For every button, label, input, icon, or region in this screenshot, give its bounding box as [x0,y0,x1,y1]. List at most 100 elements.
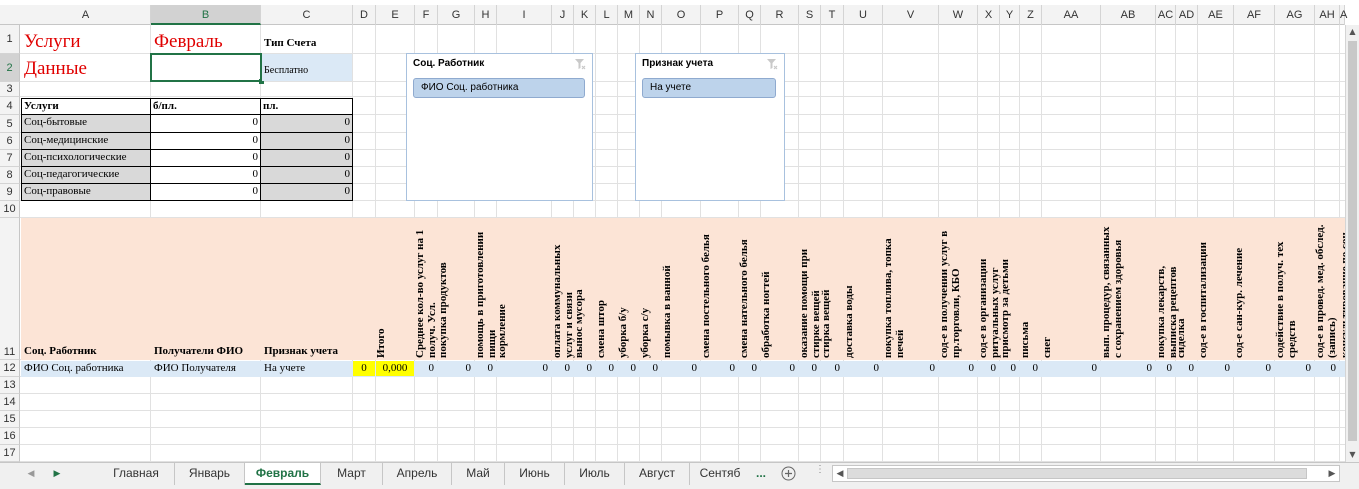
data-cell[interactable]: 0 [1020,361,1040,376]
slicer-item[interactable]: ФИО Соц. работника [413,78,585,98]
column-header[interactable]: AA [1042,5,1101,25]
summary-free-value[interactable]: 0 [151,133,261,150]
column-header[interactable]: M [618,5,640,25]
sheet-tab[interactable]: Февраль [245,463,321,485]
cell-a12[interactable]: ФИО Соц. работника [22,361,148,376]
vertical-column-header[interactable]: смена постельного белья [700,220,735,358]
row-header[interactable]: 13 [0,377,20,394]
row-header[interactable]: 3 [0,82,20,97]
tab-next-icon[interactable]: ▶ [50,466,64,482]
data-cell[interactable]: 0 [799,361,819,376]
data-cell[interactable]: 0 [1156,361,1174,376]
header-soc-worker[interactable]: Соц. Работник [22,344,148,359]
vertical-column-header[interactable]: сод-е в госпитализации [1197,220,1215,358]
column-header[interactable]: W [939,5,978,25]
row-header[interactable]: 12 [0,360,20,377]
column-header[interactable]: J [552,5,574,25]
column-header[interactable]: A [1340,5,1347,25]
data-cell[interactable]: 0 [1234,361,1273,376]
data-cell[interactable]: 0 [438,361,473,376]
slicer-item[interactable]: На учете [642,78,776,98]
vertical-column-header[interactable]: присмотр за детьми [999,220,1017,358]
data-cell[interactable]: 0 [739,361,759,376]
sheet-tab[interactable]: Июль [565,463,625,485]
summary-row-label[interactable]: Соц-медицинские [21,133,151,150]
column-header[interactable]: E [376,5,415,25]
summary-header[interactable]: пл. [261,98,353,115]
sheet-tab[interactable]: Главная [98,463,175,485]
cell-c2-dropdown[interactable]: Бесплатно [262,54,352,81]
summary-row-label[interactable]: Соц-педагогические [21,167,151,184]
column-header[interactable]: R [761,5,799,25]
vertical-column-header[interactable]: вынос мусора [573,220,591,358]
sheet-tab[interactable]: Сентяб [690,463,750,485]
summary-row-label[interactable]: Соц-психологические [21,150,151,167]
spreadsheet-grid[interactable]: A B C D E F G H I J K L M N O P Q R S T U V W X Y Z AA AB AC AD AE AF AG… [0,0,1359,462]
summary-free-value[interactable]: 0 [151,167,261,184]
vertical-column-header[interactable]: содействие в получ. тех средств [1274,220,1311,358]
row-header[interactable]: 8 [0,167,20,184]
column-header[interactable]: AG [1275,5,1315,25]
column-header[interactable]: H [475,5,497,25]
splitter-handle[interactable]: ⋮ [815,465,825,481]
summary-paid-value[interactable]: 0 [261,167,353,184]
vertical-column-header[interactable]: снег [1041,220,1059,358]
summary-paid-value[interactable]: 0 [261,184,353,201]
vertical-column-header[interactable]: помывка в ванной [661,220,679,358]
column-header[interactable]: AC [1156,5,1176,25]
sheet-tab[interactable]: Май [452,463,505,485]
column-header[interactable]: Q [739,5,761,25]
row-header[interactable]: 10 [0,201,20,218]
row-header[interactable]: 7 [0,150,20,167]
summary-header[interactable]: Услуги [21,98,151,115]
column-header[interactable]: D [353,5,376,25]
vertical-column-header[interactable]: стирка вещей [820,220,838,359]
data-cell[interactable]: 0 [640,361,660,376]
data-cell[interactable]: 0 [1101,361,1154,376]
plus-circle-icon[interactable] [781,466,796,481]
active-cell-b2[interactable] [150,53,262,82]
column-header[interactable]: O [662,5,701,25]
vertical-column-header[interactable]: Итого [375,220,394,358]
sheet-tab[interactable]: Январь [175,463,245,485]
data-cell[interactable]: 0 [1042,361,1099,376]
summary-header[interactable]: б/пл. [151,98,261,115]
row-header[interactable]: 4 [0,97,20,115]
cell-average[interactable]: 0,000 [376,361,414,376]
summary-free-value[interactable]: 0 [151,150,261,167]
vertical-column-header[interactable]: доставка воды [843,220,862,358]
data-cell[interactable]: 0 [1000,361,1018,376]
data-cell[interactable]: 0 [1176,361,1196,376]
data-cell[interactable]: 0 [821,361,842,376]
vertical-column-header[interactable]: сиделка [1175,220,1191,358]
cell-b1[interactable]: Февраль [152,30,260,54]
scroll-left-icon[interactable]: ◀ [833,466,847,482]
row-header[interactable]: 9 [0,184,20,201]
data-cell[interactable]: 0 [939,361,976,376]
cell-c1[interactable]: Тип Счета [262,36,352,52]
data-cell[interactable]: 0 [662,361,699,376]
cell-b12[interactable]: ФИО Получателя [152,361,260,376]
data-cell[interactable]: 0 [574,361,594,376]
row-header[interactable]: 6 [0,133,20,150]
vertical-column-header[interactable]: письма [1019,220,1035,358]
scroll-up-icon[interactable]: ▲ [1346,25,1359,39]
data-cell[interactable]: 0 [618,361,638,376]
sheet-tab[interactable]: Апрель [383,463,452,485]
column-header[interactable]: B [151,5,261,25]
vertical-column-header[interactable]: покупка продуктов [437,220,456,358]
cell-a2[interactable]: Данные [22,57,150,81]
summary-row-label[interactable]: Соц-бытовые [21,115,151,133]
slicer-soc-worker[interactable]: Соц. Работник ФИО Соц. работника [406,53,593,201]
column-header[interactable]: AF [1234,5,1275,25]
row-header[interactable]: 2 [0,54,20,82]
column-header[interactable]: Y [1000,5,1020,25]
column-header[interactable]: Z [1020,5,1042,25]
column-header[interactable]: AE [1198,5,1234,25]
column-header[interactable]: T [821,5,844,25]
summary-free-value[interactable]: 0 [151,115,261,133]
clear-filter-icon[interactable] [574,58,586,70]
column-header[interactable]: I [497,5,552,25]
vertical-column-header[interactable]: сод-е сан-кур. лечение [1233,220,1265,358]
summary-paid-value[interactable]: 0 [261,133,353,150]
